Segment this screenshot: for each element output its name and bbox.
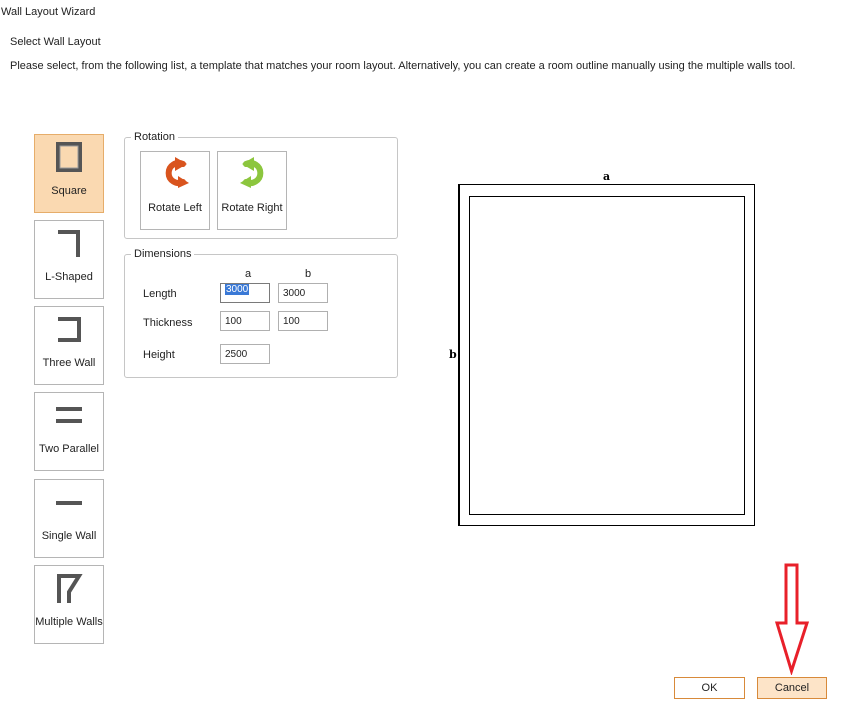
template-multiple-walls-label: Multiple Walls	[35, 616, 103, 628]
length-b-input[interactable]	[278, 283, 328, 303]
cancel-button[interactable]: Cancel	[757, 677, 827, 699]
page-heading: Select Wall Layout	[10, 36, 101, 48]
template-two-parallel-label: Two Parallel	[39, 443, 99, 455]
preview-dimension-b-label: b	[449, 348, 457, 361]
dimensions-legend: Dimensions	[131, 248, 195, 261]
single-wall-icon	[35, 486, 103, 520]
rotate-left-icon	[165, 157, 189, 188]
three-wall-icon	[35, 313, 103, 347]
height-label: Height	[143, 349, 175, 361]
template-multiple-walls[interactable]: Multiple Walls	[34, 565, 104, 644]
length-a-input[interactable]: 3000	[220, 283, 270, 303]
thickness-b-input[interactable]	[278, 311, 328, 331]
template-square[interactable]: Square	[34, 134, 104, 213]
rotate-right-icon	[240, 157, 264, 188]
template-square-label: Square	[51, 185, 87, 197]
column-header-a: a	[244, 268, 252, 280]
instructions-text: Please select, from the following list, …	[10, 60, 796, 72]
thickness-a-input[interactable]	[220, 311, 270, 331]
two-parallel-wall-icon	[35, 399, 103, 433]
template-l-shaped-label: L-Shaped	[45, 271, 93, 283]
rotate-left-button[interactable]: Rotate Left	[140, 151, 210, 230]
l-shaped-wall-icon	[35, 227, 103, 261]
template-three-wall[interactable]: Three Wall	[34, 306, 104, 385]
rotate-left-label: Rotate Left	[148, 202, 202, 214]
length-a-value: 3000	[225, 284, 250, 295]
template-three-wall-label: Three Wall	[42, 357, 96, 369]
multiple-walls-icon	[35, 572, 103, 606]
thickness-label: Thickness	[143, 317, 193, 329]
column-header-b: b	[304, 268, 312, 280]
template-single-wall-label: Single Wall	[41, 530, 97, 542]
room-preview-inner-wall	[469, 196, 745, 515]
template-l-shaped[interactable]: L-Shaped	[34, 220, 104, 299]
window-title: Wall Layout Wizard	[1, 6, 96, 18]
length-label: Length	[143, 288, 177, 300]
preview-dimension-a-label: a	[603, 170, 611, 183]
height-input[interactable]	[220, 344, 270, 364]
rotate-right-label: Rotate Right	[221, 202, 283, 214]
template-two-parallel[interactable]: Two Parallel	[34, 392, 104, 471]
rotate-right-button[interactable]: Rotate Right	[217, 151, 287, 230]
annotation-arrow-icon	[775, 563, 809, 675]
square-wall-icon	[35, 141, 103, 175]
rotation-legend: Rotation	[131, 131, 178, 144]
ok-button[interactable]: OK	[674, 677, 745, 699]
template-single-wall[interactable]: Single Wall	[34, 479, 104, 558]
